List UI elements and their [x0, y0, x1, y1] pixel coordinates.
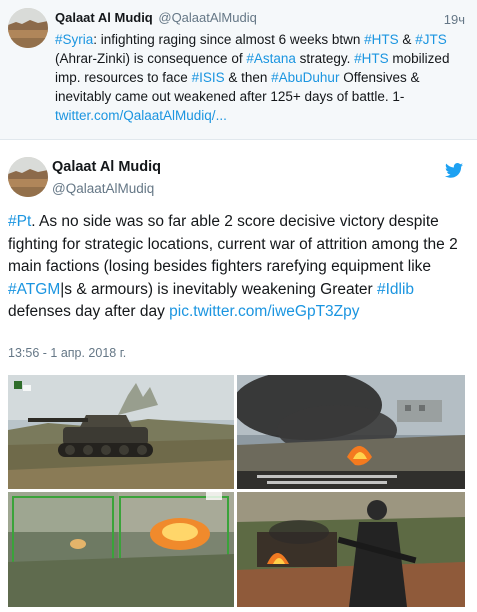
tweet-text-segment: &	[398, 32, 416, 47]
hashtag-link[interactable]: #Astana	[246, 51, 296, 66]
media-photo-2[interactable]	[237, 375, 465, 489]
hashtag-link[interactable]: #HTS	[364, 32, 399, 47]
tweet-text-segment: & then	[224, 70, 272, 85]
smoke-fire-photo-icon	[237, 375, 465, 489]
author-name[interactable]: Qalaat Al Mudiq	[52, 159, 161, 175]
author-handle[interactable]: @QalaatAlMudiq	[52, 181, 154, 196]
hashtag-link[interactable]: #ATGM	[8, 281, 60, 298]
hashtag-link[interactable]: #AbuDuhur	[271, 70, 339, 85]
hashtag-link[interactable]: #JTS	[415, 32, 447, 47]
url-link[interactable]: pic.twitter.com/iweGpT3Zpy	[169, 303, 359, 320]
hashtag-link[interactable]: #Pt	[8, 213, 31, 230]
author-handle[interactable]: @QalaatAlMudiq	[158, 10, 256, 25]
tank-photo-icon	[8, 375, 234, 489]
author-name[interactable]: Qalaat Al Mudiq	[55, 10, 153, 25]
tweet-text: #Pt. As no side was so far able 2 score …	[8, 211, 470, 324]
tweet-text-segment: strategy.	[295, 51, 355, 66]
tweet-text-segment: : infighting raging since almost 6 weeks…	[93, 32, 365, 47]
twitter-bird-icon[interactable]	[445, 163, 463, 178]
url-link[interactable]: twitter.com/QalaatAlMudiq/...	[55, 108, 227, 123]
tweet-date[interactable]: 13:56 - 1 апр. 2018 г.	[8, 346, 126, 360]
hashtag-link[interactable]: #Idlib	[377, 281, 414, 298]
media-photo-1[interactable]	[8, 375, 234, 489]
hashtag-link[interactable]: #ISIS	[192, 70, 225, 85]
tweet-timestamp[interactable]: 19ч	[444, 12, 465, 27]
tweet-text-segment: (Ahrar-Zinki) is consequence of	[55, 51, 247, 66]
media-photo-4[interactable]	[237, 492, 465, 607]
avatar[interactable]	[8, 157, 48, 197]
tweet-text-segment: . As no side was so far able 2 score dec…	[8, 213, 458, 275]
hashtag-link[interactable]: #Syria	[55, 32, 93, 47]
main-tweet: Qalaat Al Mudiq @QalaatAlMudiq #Pt. As n…	[0, 141, 477, 612]
parent-tweet[interactable]: Qalaat Al Mudiq @QalaatAlMudiq 19ч #Syri…	[0, 0, 477, 140]
hashtag-link[interactable]: #HTS	[354, 51, 389, 66]
tweet-text: #Syria: infighting raging since almost 6…	[55, 30, 460, 125]
fighter-burning-vehicle-photo-icon	[237, 492, 465, 607]
tweet-text-segment: |s & armours) is inevitably weakening Gr…	[60, 280, 377, 298]
tweet-text-segment: defenses day after day	[8, 303, 170, 320]
avatar[interactable]	[8, 8, 48, 48]
media-photo-3[interactable]	[8, 492, 234, 607]
explosion-split-photo-icon	[8, 492, 234, 607]
media-grid	[8, 375, 465, 607]
